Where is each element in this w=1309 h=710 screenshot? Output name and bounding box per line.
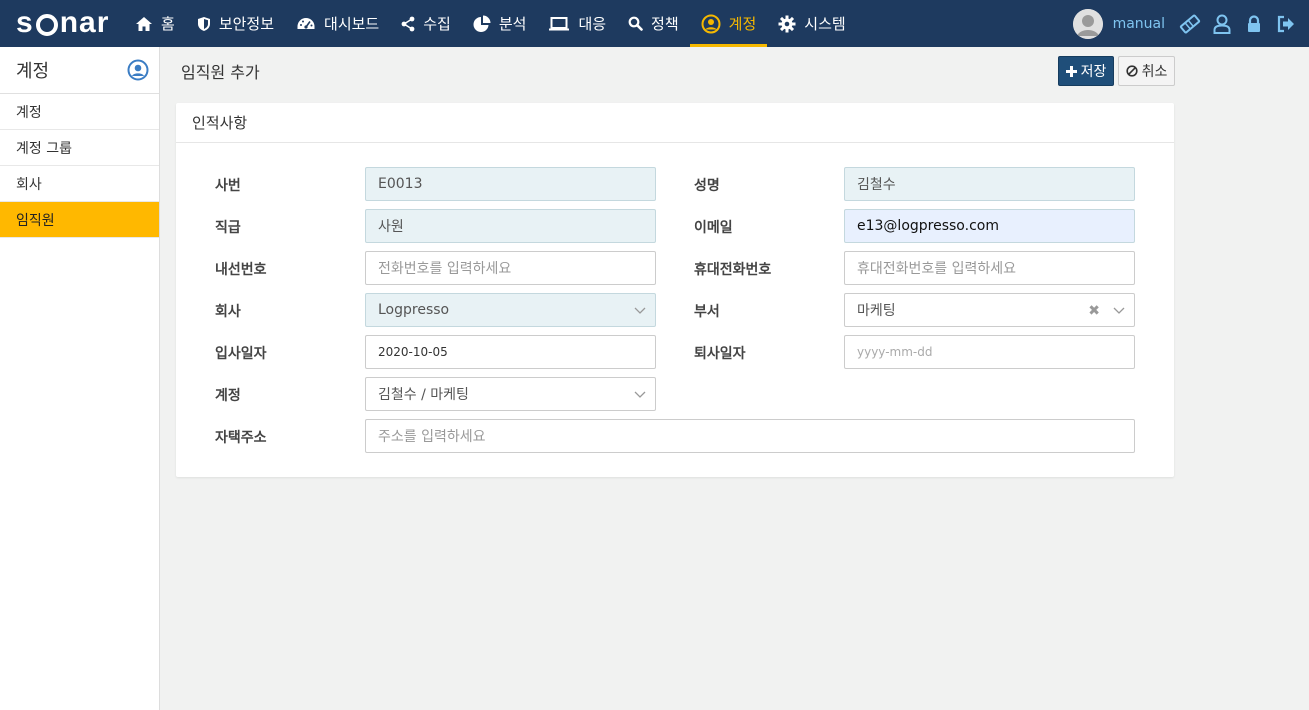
sidebar-item-label: 임직원 xyxy=(16,212,55,229)
hire-date-value: 2020-10-05 xyxy=(378,345,448,359)
email-label: 이메일 xyxy=(694,220,733,236)
nav-home[interactable]: 홈 xyxy=(124,0,186,47)
company-select[interactable]: Logpresso xyxy=(365,293,656,327)
mobile-label: 휴대전화번호 xyxy=(694,262,772,278)
sidebar-item-accounts[interactable]: 계정 xyxy=(0,94,159,130)
nav-label: 수집 xyxy=(423,15,451,33)
nav-system[interactable]: 시스템 xyxy=(767,0,856,47)
save-button[interactable]: 저장 xyxy=(1058,56,1114,86)
employee-id-field[interactable]: E0013 xyxy=(365,167,656,201)
sidebar-item-label: 계정 그룹 xyxy=(16,140,72,157)
plus-icon xyxy=(1065,65,1077,77)
account-select[interactable]: 김철수 / 마케팅 xyxy=(365,377,656,411)
chevron-down-icon xyxy=(634,391,646,398)
company-label: 회사 xyxy=(215,304,241,320)
nav-label: 보안정보 xyxy=(218,15,275,33)
sidebar-item-label: 계정 xyxy=(16,104,42,121)
nav-policy[interactable]: 정책 xyxy=(617,0,690,47)
address-label: 자택주소 xyxy=(215,430,267,446)
lock-icon[interactable] xyxy=(1243,13,1265,35)
personal-info-panel: 인적사항 사번 직급 내선번호 회사 입사일자 계정 자택주소 성명 이메일 휴… xyxy=(176,103,1174,477)
cancel-button[interactable]: 취소 xyxy=(1118,56,1175,86)
chevron-down-icon xyxy=(634,307,646,314)
nav-label: 대응 xyxy=(578,15,607,33)
employee-id-value: E0013 xyxy=(378,176,423,192)
dashboard-icon xyxy=(297,17,315,29)
sidebar-header: 계정 xyxy=(0,47,159,94)
position-field[interactable]: 사원 xyxy=(365,209,656,243)
account-value: 김철수 / 마케팅 xyxy=(378,387,469,403)
nav-security-info[interactable]: 보안정보 xyxy=(186,0,285,47)
user-outline-icon[interactable] xyxy=(1211,13,1233,35)
sidebar-item-companies[interactable]: 회사 xyxy=(0,166,159,202)
department-label: 부서 xyxy=(694,304,720,320)
email-field[interactable]: e13@logpresso.com xyxy=(844,209,1135,243)
address-field[interactable]: 주소를 입력하세요 xyxy=(365,419,1135,453)
home-icon xyxy=(136,16,152,31)
section-title: 인적사항 xyxy=(192,114,248,132)
logout-icon[interactable] xyxy=(1275,13,1297,35)
extension-label: 내선번호 xyxy=(215,262,267,278)
nav-label: 시스템 xyxy=(804,15,846,33)
share-icon xyxy=(401,16,415,31)
sidebar-title: 계정 xyxy=(16,61,50,82)
name-value: 김철수 xyxy=(857,177,896,193)
department-value: 마케팅 xyxy=(857,303,896,319)
chevron-down-icon xyxy=(1113,307,1125,314)
user-area: manual xyxy=(1072,0,1297,47)
search-icon xyxy=(628,16,643,31)
extension-field[interactable]: 전화번호를 입력하세요 xyxy=(365,251,656,285)
nav-account[interactable]: 계정 xyxy=(689,0,768,47)
sidebar-item-account-groups[interactable]: 계정 그룹 xyxy=(0,130,159,166)
gear-icon xyxy=(778,15,796,32)
sonar-logo[interactable]: s nar xyxy=(16,6,109,40)
leave-date-placeholder: yyyy-mm-dd xyxy=(857,345,933,359)
top-navbar: s nar 홈 보안정보 대시보드 수집 분석 대응 정책 계정 시스템 man… xyxy=(0,0,1309,47)
account-label: 계정 xyxy=(215,388,241,404)
avatar[interactable] xyxy=(1072,8,1103,39)
company-value: Logpresso xyxy=(378,302,450,318)
nav-label: 분석 xyxy=(498,15,527,33)
shield-icon xyxy=(197,16,210,31)
name-field[interactable]: 김철수 xyxy=(844,167,1135,201)
clear-icon[interactable]: ✖ xyxy=(1088,303,1100,319)
nav-analysis[interactable]: 분석 xyxy=(462,0,538,47)
sidebar-item-employees[interactable]: 임직원 xyxy=(0,202,159,238)
nav-label: 정책 xyxy=(651,15,679,33)
hire-date-label: 입사일자 xyxy=(215,346,267,362)
user-circle-icon xyxy=(127,59,149,81)
email-value: e13@logpresso.com xyxy=(857,218,999,234)
sidebar: 계정 계정 계정 그룹 회사 임직원 xyxy=(0,47,160,710)
save-button-label: 저장 xyxy=(1080,64,1107,80)
extension-placeholder: 전화번호를 입력하세요 xyxy=(378,261,512,277)
page-title: 임직원 추가 xyxy=(181,63,260,82)
position-value: 사원 xyxy=(378,219,404,235)
employee-id-label: 사번 xyxy=(215,178,241,194)
ticket-icon[interactable] xyxy=(1179,13,1201,35)
nav-dashboard[interactable]: 대시보드 xyxy=(285,0,390,47)
nav-response[interactable]: 대응 xyxy=(537,0,617,47)
ban-icon xyxy=(1126,65,1138,77)
nav-label: 계정 xyxy=(728,15,757,33)
sidebar-item-label: 회사 xyxy=(16,176,42,193)
main-nav: 홈 보안정보 대시보드 수집 분석 대응 정책 계정 시스템 xyxy=(124,0,857,47)
name-label: 성명 xyxy=(694,178,720,194)
nav-collect[interactable]: 수집 xyxy=(390,0,462,47)
nav-label: 대시보드 xyxy=(324,15,380,33)
cancel-button-label: 취소 xyxy=(1141,64,1168,80)
panel-title: 인적사항 xyxy=(176,103,1174,143)
hire-date-field[interactable]: 2020-10-05 xyxy=(365,335,656,369)
user-circle-icon xyxy=(701,14,721,33)
mobile-placeholder: 휴대전화번호를 입력하세요 xyxy=(857,261,1017,277)
nav-label: 홈 xyxy=(161,15,175,33)
laptop-icon xyxy=(549,16,570,30)
leave-date-label: 퇴사일자 xyxy=(694,346,746,362)
department-select[interactable]: 마케팅 ✖ xyxy=(844,293,1135,327)
address-placeholder: 주소를 입력하세요 xyxy=(378,429,486,445)
username[interactable]: manual xyxy=(1113,16,1165,32)
leave-date-field[interactable]: yyyy-mm-dd xyxy=(844,335,1135,369)
position-label: 직급 xyxy=(215,220,241,236)
pie-chart-icon xyxy=(473,15,491,32)
mobile-field[interactable]: 휴대전화번호를 입력하세요 xyxy=(844,251,1135,285)
